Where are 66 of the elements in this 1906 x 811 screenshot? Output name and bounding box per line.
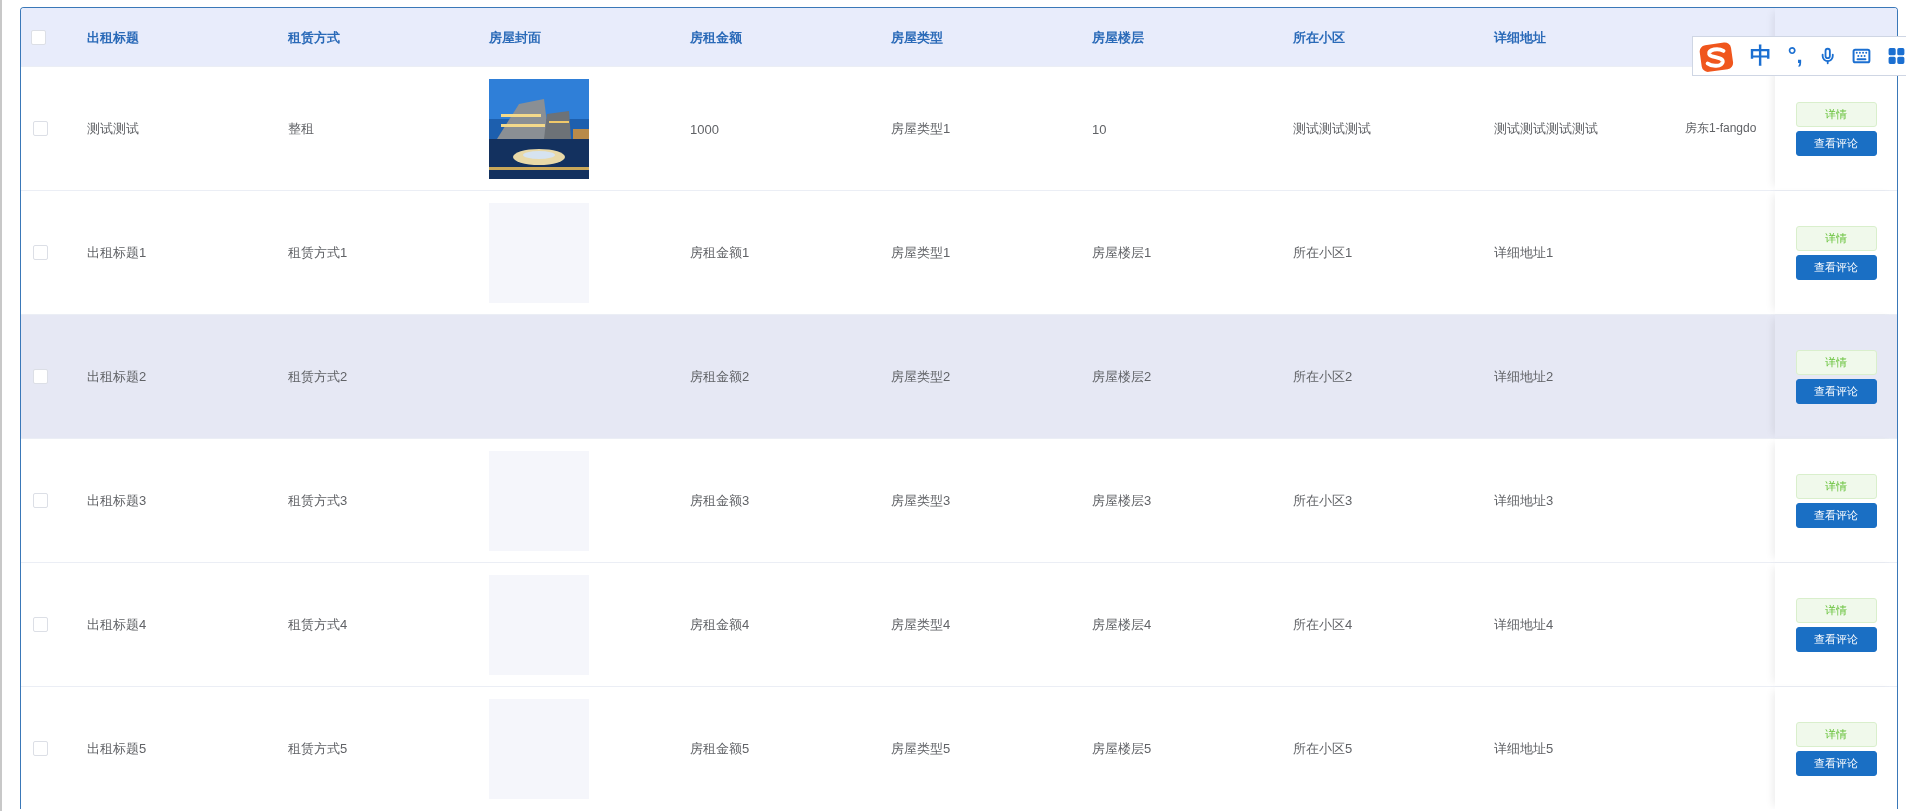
view-comments-button[interactable]: 查看评论	[1795, 130, 1877, 156]
table-cell-text: 房租金额2	[689, 369, 750, 384]
view-comments-button[interactable]: 查看评论	[1795, 626, 1877, 652]
view-comments-button[interactable]: 查看评论	[1795, 378, 1877, 404]
column-header: 房租金额	[689, 29, 742, 45]
table-cell-text: 出租标题2	[86, 369, 147, 384]
table-cell-text: 房租金额1	[689, 245, 750, 260]
column-header: 租赁方式	[287, 29, 340, 45]
table-cell-text: 详细地址3	[1493, 493, 1554, 508]
table-cell-text: 房东1-fangdo	[1684, 120, 1757, 137]
row-checkbox[interactable]	[33, 741, 48, 756]
row-checkbox[interactable]	[33, 617, 48, 632]
table-cell-text: 租赁方式3	[287, 493, 348, 508]
row-checkbox[interactable]	[33, 369, 48, 384]
table-cell-text: 房屋类型1	[890, 121, 951, 136]
table-cell-text: 房屋类型5	[890, 741, 951, 756]
punctuation-toggle[interactable]: °,	[1787, 45, 1803, 67]
table-cell-text: 详细地址5	[1493, 741, 1554, 756]
column-header: 出租标题	[86, 29, 139, 45]
table-cell-text: 测试测试测试测试	[1493, 121, 1598, 136]
table-cell-text: 租赁方式1	[287, 245, 348, 260]
table-cell-text: 所在小区1	[1292, 245, 1353, 260]
table-cell-text: 10	[1091, 121, 1107, 137]
table-cell-text: 房屋楼层2	[1091, 369, 1152, 384]
table-cell-text: 所在小区3	[1292, 493, 1353, 508]
table-cell-text: 测试测试	[86, 121, 139, 136]
column-header: 房屋楼层	[1091, 29, 1144, 45]
table-cell-text: 出租标题1	[86, 245, 147, 260]
row-checkbox[interactable]	[33, 121, 48, 136]
table-cell-text: 出租标题5	[86, 741, 147, 756]
table-cell-text: 房屋楼层4	[1091, 617, 1152, 632]
table-cell-text: 房屋楼层3	[1091, 493, 1152, 508]
table-cell-text: 房租金额3	[689, 493, 750, 508]
view-comments-button[interactable]: 查看评论	[1795, 502, 1877, 528]
table-cell-text: 整租	[287, 121, 314, 136]
table-cell-text: 所在小区2	[1292, 369, 1353, 384]
table-cell-text: 详细地址1	[1493, 245, 1554, 260]
table-cell-text: 测试测试测试	[1292, 121, 1371, 136]
table-cell-text: 租赁方式5	[287, 741, 348, 756]
table-cell-text: 房租金额4	[689, 617, 750, 632]
view-comments-button[interactable]: 查看评论	[1795, 254, 1877, 280]
select-all-checkbox[interactable]	[31, 29, 46, 45]
column-header: 房屋封面	[488, 29, 541, 45]
table-cell-text: 租赁方式4	[287, 617, 348, 632]
row-checkbox[interactable]	[33, 493, 48, 508]
table-cell-text: 详细地址4	[1493, 617, 1554, 632]
table-cell-text: 租赁方式2	[287, 369, 348, 384]
table-cell-text: 所在小区5	[1292, 741, 1353, 756]
table-cell-text: 房屋类型1	[890, 245, 951, 260]
row-checkbox[interactable]	[33, 245, 48, 260]
table-cell-text: 房屋楼层1	[1091, 245, 1152, 260]
input-mode-toggle[interactable]: 中	[1749, 45, 1772, 67]
table-cell-text: 详细地址2	[1493, 369, 1554, 384]
table-cell-text: 1000	[689, 121, 719, 137]
table-cell-text: 房屋类型3	[890, 493, 951, 508]
table-cell-text: 房屋楼层5	[1091, 741, 1152, 756]
table-cell-text: 房屋类型2	[890, 369, 951, 384]
table-cell-text: 出租标题3	[86, 493, 147, 508]
table-cell-text: 房租金额5	[689, 741, 750, 756]
table-cell-text: 所在小区4	[1292, 617, 1353, 632]
view-comments-button[interactable]: 查看评论	[1795, 750, 1877, 776]
column-header: 所在小区	[1292, 29, 1345, 45]
column-header: 房屋类型	[890, 29, 943, 45]
table-cell-text: 出租标题4	[86, 617, 147, 632]
table-cell-text: 房屋类型4	[890, 617, 951, 632]
column-header: 详细地址	[1492, 29, 1546, 45]
